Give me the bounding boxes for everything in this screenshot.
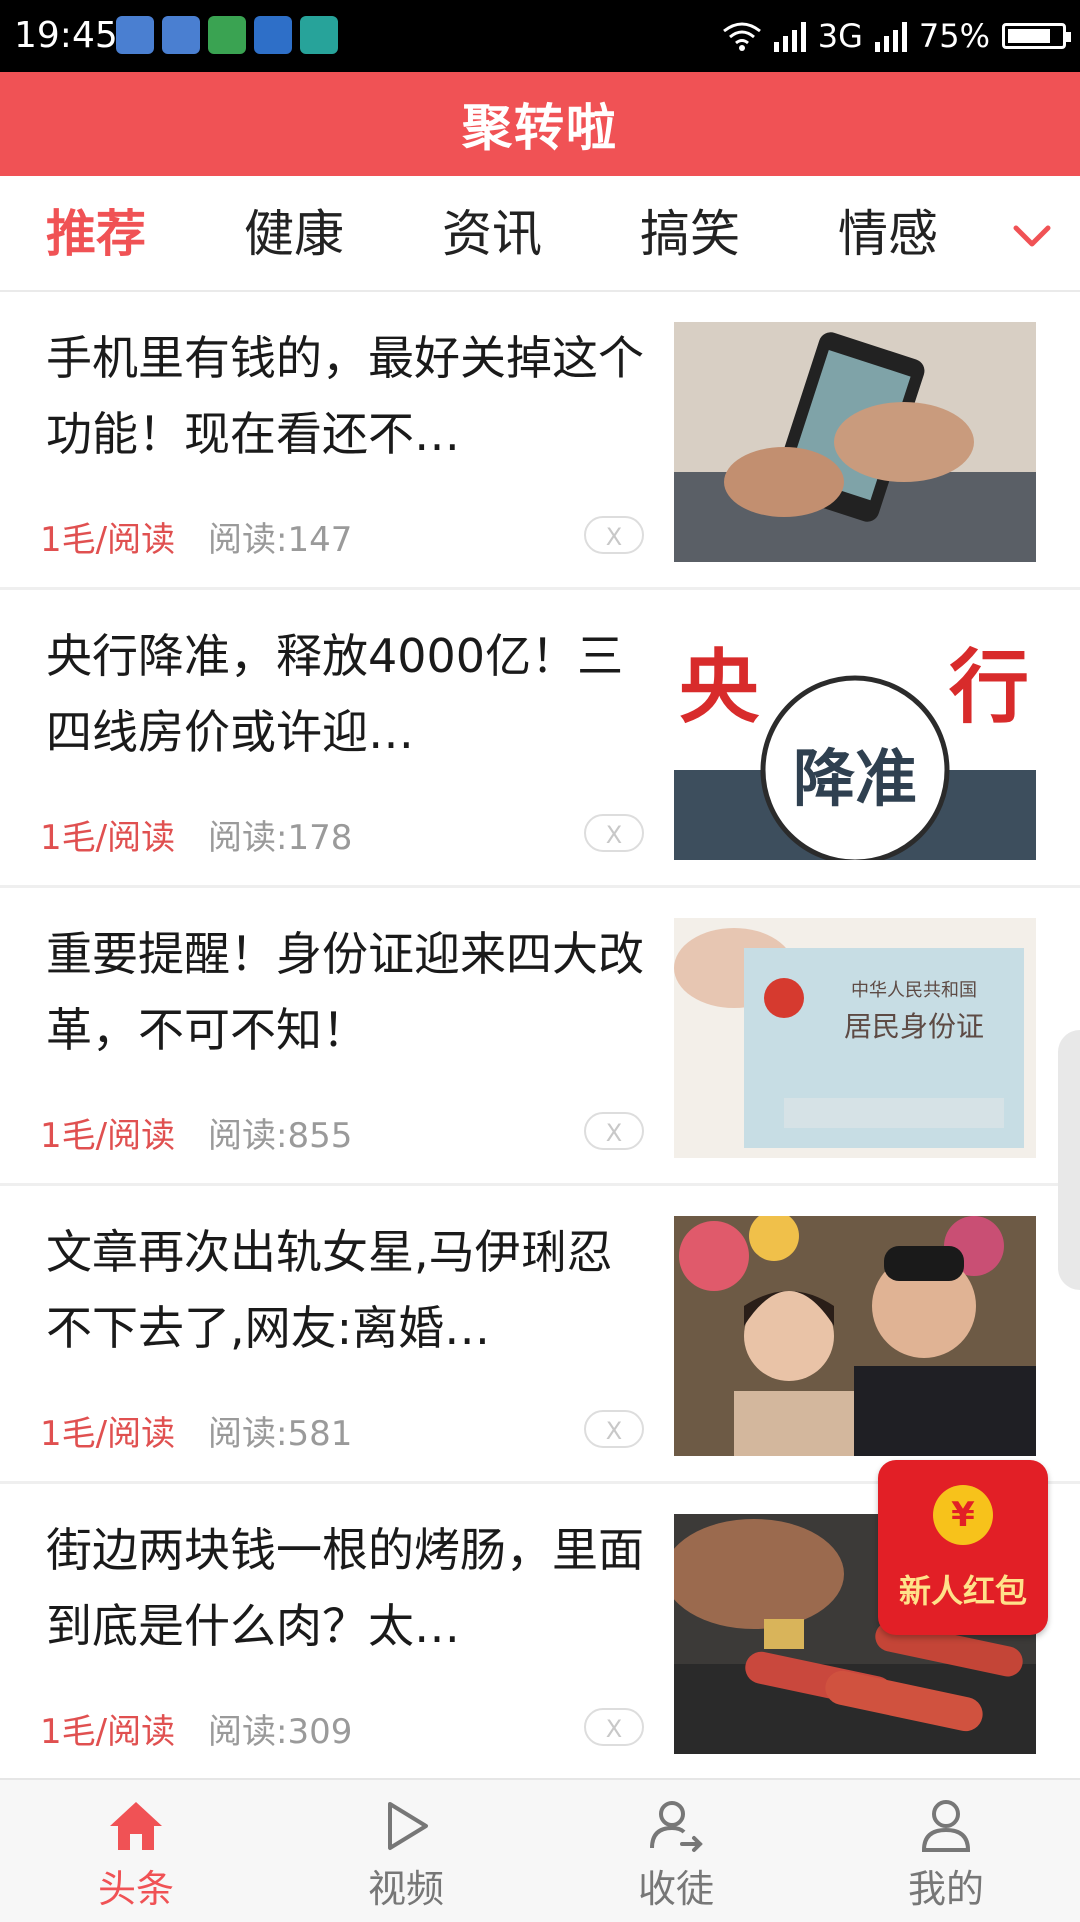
article-thumbnail[interactable] — [674, 1216, 1036, 1456]
chevron-down-icon[interactable] — [1008, 212, 1056, 260]
article-thumbnail[interactable]: 央 行 降准 — [674, 620, 1036, 860]
article-read-count: 阅读:178 — [208, 818, 353, 858]
new-user-red-envelope[interactable]: ¥ 新人红包 — [878, 1460, 1048, 1635]
thumb-text: 中华人民共和国 — [851, 980, 977, 1001]
shield-icon — [208, 16, 246, 54]
battery-icon — [1002, 23, 1071, 49]
app-title: 聚转啦 — [462, 99, 618, 157]
scan-icon — [300, 16, 338, 54]
article-reward: 1毛/阅读 — [40, 1712, 176, 1752]
signal-icon — [773, 20, 806, 52]
article-thumbnail[interactable]: 中华人民共和国 居民身份证 — [674, 918, 1036, 1158]
article-title[interactable]: 文章再次出轨女星,马伊琍忍不下去了,网友:离婚… — [46, 1214, 646, 1366]
article-title[interactable]: 央行降准，释放4000亿！三四线房价或许迎… — [46, 618, 646, 770]
play-icon — [388, 1802, 428, 1850]
nav-video[interactable]: 视频 — [306, 1798, 506, 1913]
article-reward: 1毛/阅读 — [40, 1116, 176, 1156]
status-time: 19:45 — [14, 15, 118, 56]
thumb-text: 央 — [679, 641, 760, 734]
article-read-count: 阅读:855 — [208, 1116, 353, 1156]
bottom-navigation: 头条 视频 收徒 我的 — [0, 1778, 1080, 1922]
nav-label: 视频 — [367, 1867, 444, 1911]
article-item[interactable]: 手机里有钱的，最好关掉这个功能！现在看还不… 1毛/阅读 阅读:147 X — [0, 292, 1080, 590]
nav-apprentice[interactable]: 收徒 — [576, 1798, 776, 1913]
signal-icon — [874, 20, 907, 52]
dismiss-button[interactable]: X — [584, 1112, 644, 1150]
nav-label: 头条 — [97, 1867, 174, 1911]
status-bar: 19:45 3G 75% — [0, 0, 1080, 72]
article-title[interactable]: 手机里有钱的，最好关掉这个功能！现在看还不… — [46, 320, 646, 472]
thumb-text: 居民身份证 — [844, 1010, 984, 1043]
thumb-text: 降准 — [793, 742, 917, 815]
tab-recommend[interactable]: 推荐 — [46, 204, 146, 264]
network-type: 3G — [817, 17, 863, 55]
red-envelope-label: 新人红包 — [898, 1572, 1027, 1610]
article-reward: 1毛/阅读 — [40, 818, 176, 858]
tab-health[interactable]: 健康 — [244, 204, 344, 264]
article-reward: 1毛/阅读 — [40, 520, 176, 560]
battery-percent: 75% — [918, 17, 990, 55]
nav-headlines[interactable]: 头条 — [36, 1798, 236, 1913]
tab-funny[interactable]: 搞笑 — [640, 204, 740, 264]
user-share-icon — [650, 1801, 703, 1852]
article-title[interactable]: 街边两块钱一根的烤肠，里面到底是什么肉？太… — [46, 1512, 646, 1664]
nav-label: 我的 — [907, 1867, 984, 1911]
article-item[interactable]: 文章再次出轨女星,马伊琍忍不下去了,网友:离婚… 1毛/阅读 阅读:581 X — [0, 1186, 1080, 1484]
tab-emotion[interactable]: 情感 — [838, 204, 938, 264]
category-tabs: 推荐 健康 资讯 搞笑 情感 — [0, 176, 1080, 292]
home-icon — [110, 1802, 162, 1850]
article-title[interactable]: 重要提醒！身份证迎来四大改革，不可不知！ — [46, 916, 646, 1068]
app-header: 聚转啦 — [0, 72, 1080, 176]
side-drawer-handle[interactable] — [1058, 1030, 1080, 1290]
article-thumbnail[interactable] — [674, 322, 1036, 562]
user-icon — [921, 1800, 971, 1852]
article-reward: 1毛/阅读 — [40, 1414, 176, 1454]
wechat-icon — [162, 16, 200, 54]
article-read-count: 阅读:309 — [208, 1712, 353, 1752]
message-icon — [254, 16, 292, 54]
wifi-icon — [722, 22, 761, 51]
dismiss-button[interactable]: X — [584, 814, 644, 852]
article-item[interactable]: 央行降准，释放4000亿！三四线房价或许迎… 1毛/阅读 阅读:178 X 央 … — [0, 590, 1080, 888]
article-item[interactable]: 重要提醒！身份证迎来四大改革，不可不知！ 1毛/阅读 阅读:855 X 中华人民… — [0, 888, 1080, 1186]
nav-mine[interactable]: 我的 — [846, 1798, 1046, 1913]
wechat-icon — [116, 16, 154, 54]
coin-icon: ¥ — [933, 1485, 993, 1545]
article-read-count: 阅读:581 — [208, 1414, 353, 1454]
thumb-text: 行 — [949, 641, 1029, 734]
nav-label: 收徒 — [637, 1867, 714, 1911]
dismiss-button[interactable]: X — [584, 1410, 644, 1448]
tab-news[interactable]: 资讯 — [442, 204, 542, 264]
dismiss-button[interactable]: X — [584, 516, 644, 554]
article-read-count: 阅读:147 — [208, 520, 353, 560]
dismiss-button[interactable]: X — [584, 1708, 644, 1746]
